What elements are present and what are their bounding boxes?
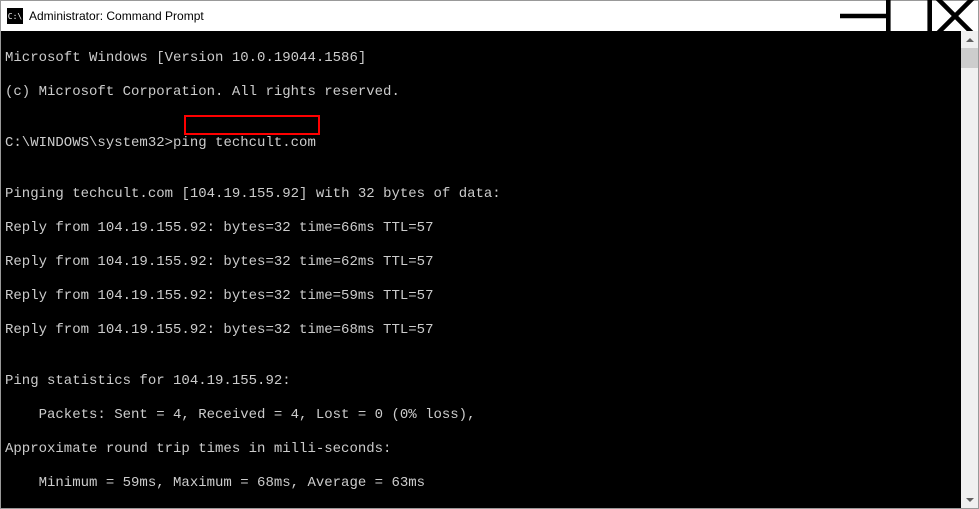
ip-address-highlighted: [104.19.155.92] bbox=[181, 186, 307, 202]
terminal-output[interactable]: Microsoft Windows [Version 10.0.19044.15… bbox=[1, 31, 961, 508]
terminal-wrapper: Microsoft Windows [Version 10.0.19044.15… bbox=[1, 31, 978, 508]
output-line: Microsoft Windows [Version 10.0.19044.15… bbox=[5, 50, 957, 67]
output-line: Minimum = 59ms, Maximum = 68ms, Average … bbox=[5, 475, 957, 492]
output-line: Reply from 104.19.155.92: bytes=32 time=… bbox=[5, 254, 957, 271]
ping-prefix: Pinging techcult.com bbox=[5, 186, 181, 202]
output-line: Reply from 104.19.155.92: bytes=32 time=… bbox=[5, 288, 957, 305]
maximize-button[interactable] bbox=[886, 1, 932, 31]
output-line: Pinging techcult.com [104.19.155.92] wit… bbox=[5, 186, 957, 203]
ping-suffix: with 32 bytes of data: bbox=[307, 186, 500, 202]
minimize-button[interactable] bbox=[840, 1, 886, 31]
annotation-highlight-box bbox=[184, 115, 320, 135]
scroll-up-arrow-icon[interactable] bbox=[961, 31, 978, 48]
scroll-down-arrow-icon[interactable] bbox=[961, 491, 978, 508]
cmd-icon: C:\ bbox=[7, 8, 23, 24]
output-line: Packets: Sent = 4, Received = 4, Lost = … bbox=[5, 407, 957, 424]
window-title: Administrator: Command Prompt bbox=[29, 9, 204, 23]
window-controls bbox=[840, 1, 978, 31]
command-text: ping techcult.com bbox=[173, 135, 316, 151]
output-line: Reply from 104.19.155.92: bytes=32 time=… bbox=[5, 220, 957, 237]
output-line: C:\WINDOWS\system32>ping techcult.com bbox=[5, 135, 957, 152]
prompt-text: C:\WINDOWS\system32> bbox=[5, 135, 173, 151]
output-line: (c) Microsoft Corporation. All rights re… bbox=[5, 84, 957, 101]
scroll-thumb[interactable] bbox=[961, 48, 978, 68]
output-line: Approximate round trip times in milli-se… bbox=[5, 441, 957, 458]
close-button[interactable] bbox=[932, 1, 978, 31]
output-line: Reply from 104.19.155.92: bytes=32 time=… bbox=[5, 322, 957, 339]
window-titlebar[interactable]: C:\ Administrator: Command Prompt bbox=[1, 1, 978, 31]
vertical-scrollbar[interactable] bbox=[961, 31, 978, 508]
output-line: Ping statistics for 104.19.155.92: bbox=[5, 373, 957, 390]
